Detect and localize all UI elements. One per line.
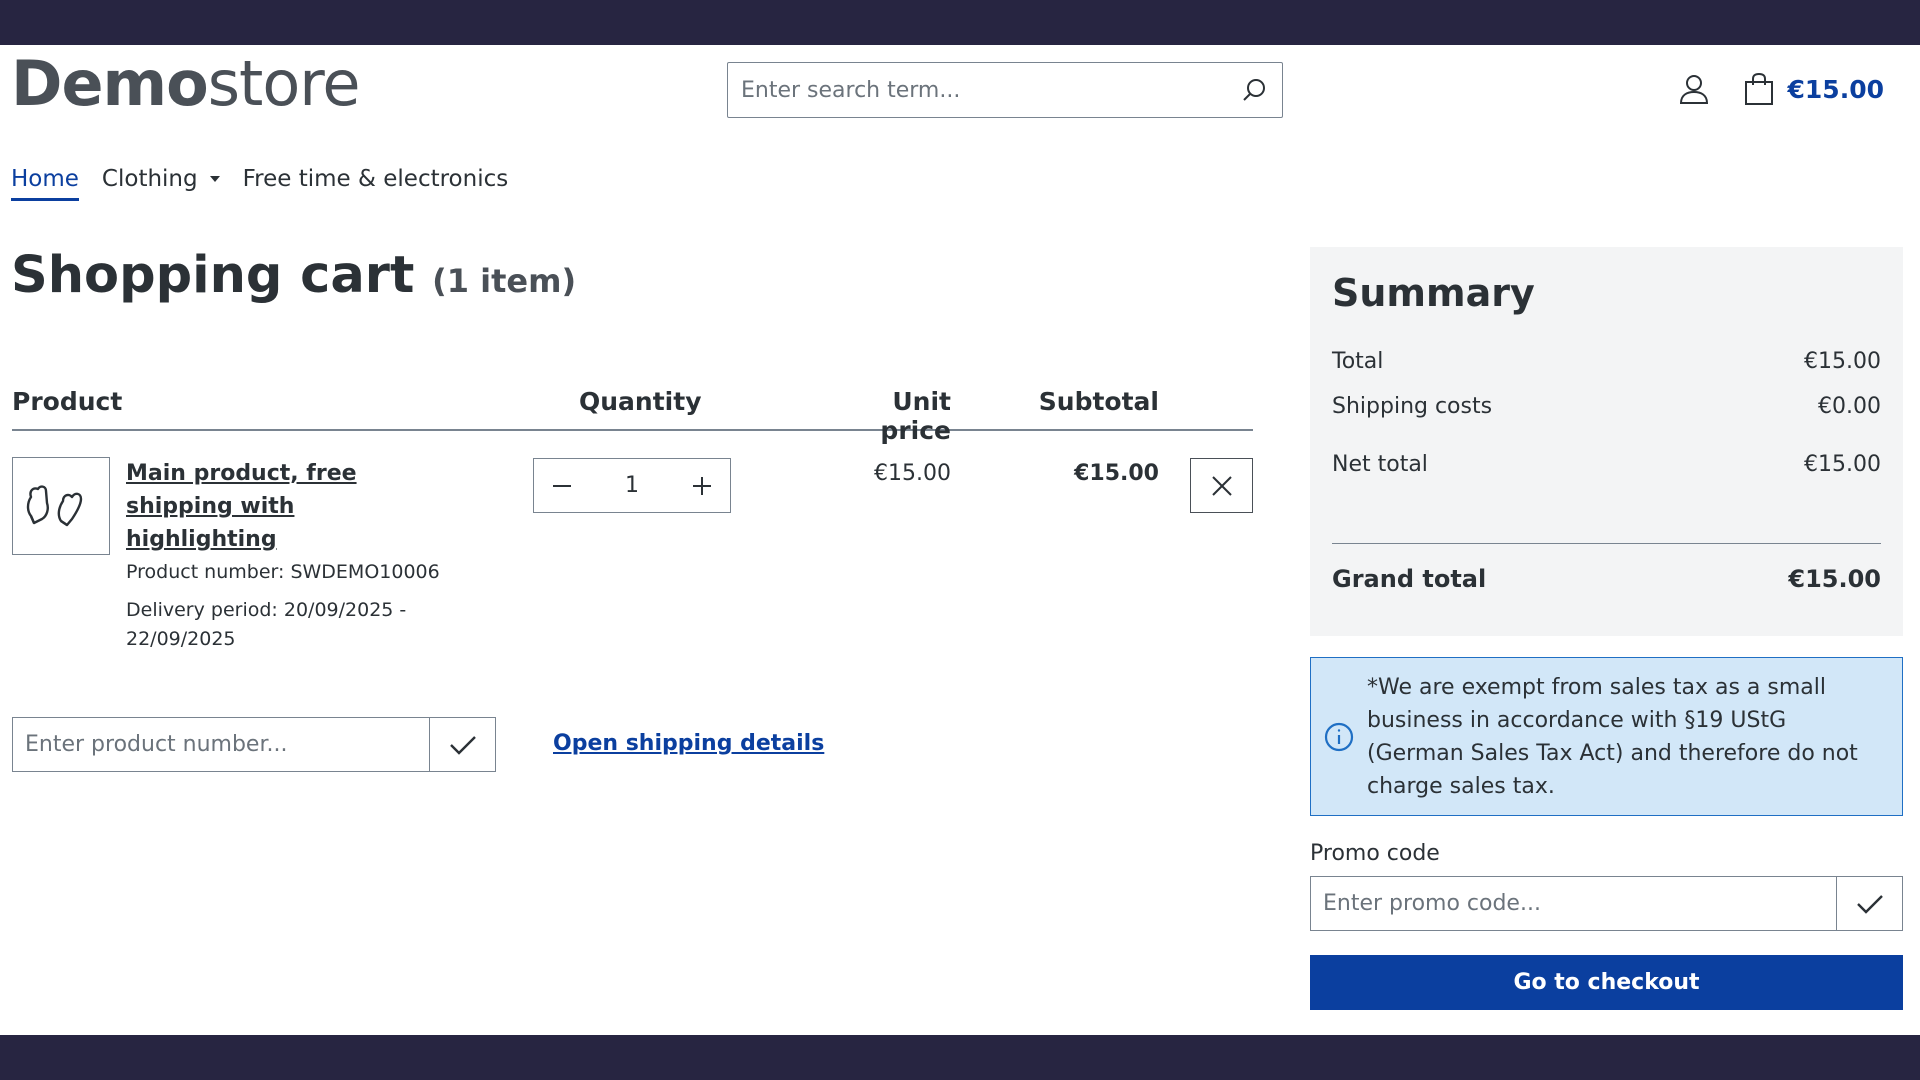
summary-row-value: €0.00 bbox=[1818, 394, 1881, 419]
summary-row-grand-total: Grand total €15.00 bbox=[1332, 565, 1881, 593]
column-header-unit-price: Unit price bbox=[880, 387, 951, 445]
summary-row-label: Total bbox=[1332, 349, 1384, 374]
shopping-bag-icon bbox=[1744, 72, 1773, 105]
summary-row-label: Shipping costs bbox=[1332, 394, 1493, 419]
add-product-form bbox=[12, 717, 496, 772]
search-icon bbox=[1243, 79, 1265, 101]
add-product-button[interactable] bbox=[429, 718, 495, 771]
cart-item-count: (1 item) bbox=[432, 262, 577, 300]
header-actions: €15.00 bbox=[1674, 69, 1884, 109]
product-thumbnail[interactable] bbox=[12, 457, 110, 555]
delivery-period: Delivery period: 20/09/2025 - 22/09/2025 bbox=[126, 599, 407, 650]
open-shipping-details-link[interactable]: Open shipping details bbox=[553, 731, 824, 756]
apply-promo-button[interactable] bbox=[1836, 877, 1902, 930]
logo-light-text: store bbox=[207, 47, 361, 120]
summary-divider bbox=[1332, 543, 1881, 544]
cart-button[interactable]: €15.00 bbox=[1740, 69, 1884, 109]
page: Demostore €15.00 bbox=[0, 45, 1920, 1035]
search-box bbox=[727, 62, 1283, 118]
unit-price: €15.00 bbox=[874, 461, 951, 486]
nav-item-clothing[interactable]: Clothing bbox=[102, 166, 220, 198]
cart-table-header: Product Quantity Unit price Subtotal bbox=[12, 343, 1253, 445]
summary-row-net-total: Net total €15.00 bbox=[1332, 452, 1881, 477]
quantity-value[interactable]: 1 bbox=[590, 473, 674, 498]
mittens-icon bbox=[26, 485, 83, 527]
product-number-input[interactable] bbox=[13, 718, 429, 771]
product-number: Product number: SWDEMO10006 bbox=[126, 561, 440, 583]
product-name-link[interactable]: Main product, free shipping with highlig… bbox=[126, 457, 446, 556]
logo-bold-text: Demo bbox=[11, 47, 209, 120]
summary-title: Summary bbox=[1332, 271, 1535, 315]
user-icon bbox=[1679, 75, 1708, 104]
minus-icon bbox=[553, 484, 571, 487]
quantity-decrease-button[interactable] bbox=[534, 459, 590, 512]
summary-row-shipping: Shipping costs €0.00 bbox=[1332, 394, 1881, 419]
line-subtotal: €15.00 bbox=[1074, 461, 1159, 486]
summary-row-value: €15.00 bbox=[1804, 452, 1881, 477]
search-button[interactable] bbox=[1226, 63, 1282, 117]
nav-item-home[interactable]: Home bbox=[11, 166, 79, 201]
grand-total-value: €15.00 bbox=[1788, 565, 1881, 593]
summary-row-value: €15.00 bbox=[1804, 349, 1881, 374]
info-icon bbox=[1324, 722, 1354, 751]
account-button[interactable] bbox=[1674, 69, 1714, 109]
cart-title-text: Shopping cart bbox=[11, 246, 415, 305]
plus-icon bbox=[693, 476, 711, 495]
column-header-quantity: Quantity bbox=[579, 387, 702, 416]
product-info: Main product, free shipping with highlig… bbox=[126, 457, 446, 654]
tax-info-alert: *We are exempt from sales tax as a small… bbox=[1310, 657, 1903, 816]
store-logo[interactable]: Demostore bbox=[11, 53, 361, 115]
checkmark-icon bbox=[449, 735, 476, 755]
checkmark-icon bbox=[1856, 894, 1883, 914]
remove-item-button[interactable] bbox=[1190, 458, 1253, 513]
summary-row-total: Total €15.00 bbox=[1332, 349, 1881, 374]
cart-line-item: Main product, free shipping with highlig… bbox=[12, 457, 1253, 650]
column-header-subtotal: Subtotal bbox=[1038, 387, 1159, 416]
order-summary: Summary Total €15.00 Shipping costs €0.0… bbox=[1310, 247, 1903, 636]
chevron-down-icon bbox=[209, 176, 220, 182]
close-icon bbox=[1211, 475, 1232, 496]
summary-row-label: Net total bbox=[1332, 452, 1428, 477]
go-to-checkout-button[interactable]: Go to checkout bbox=[1310, 955, 1903, 1010]
quantity-stepper: 1 bbox=[533, 458, 731, 513]
nav-item-free-time-electronics[interactable]: Free time & electronics bbox=[243, 166, 509, 198]
search-input[interactable] bbox=[728, 63, 1226, 117]
cart-total: €15.00 bbox=[1787, 74, 1884, 104]
tax-notice-text: *We are exempt from sales tax as a small… bbox=[1367, 674, 1858, 799]
grand-total-label: Grand total bbox=[1332, 565, 1487, 593]
main-navigation: Home Clothing Free time & electronics bbox=[11, 166, 531, 201]
promo-code-form bbox=[1310, 876, 1903, 931]
promo-code-input[interactable] bbox=[1311, 877, 1836, 930]
promo-code-label: Promo code bbox=[1310, 841, 1440, 866]
column-header-product: Product bbox=[12, 387, 123, 416]
quantity-increase-button[interactable] bbox=[674, 459, 730, 512]
page-title: Shopping cart (1 item) bbox=[11, 246, 576, 305]
nav-item-clothing-label: Clothing bbox=[101, 166, 198, 192]
